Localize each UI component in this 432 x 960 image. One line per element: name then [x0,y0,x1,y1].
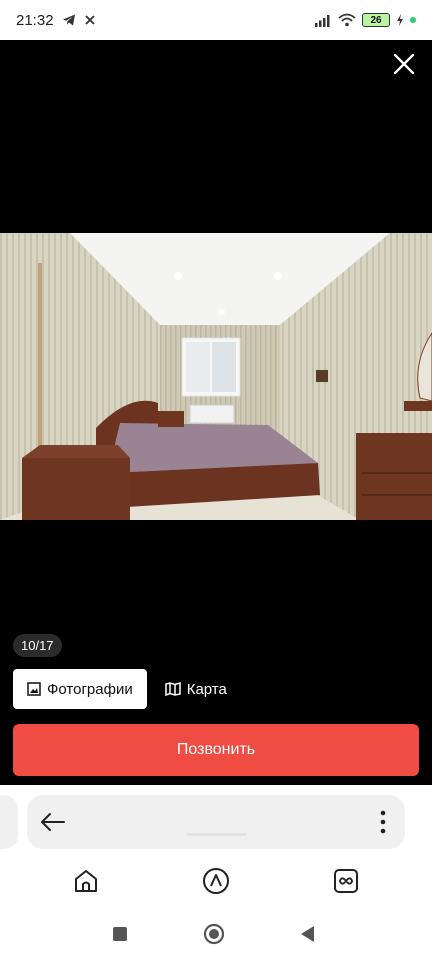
status-time: 21:32 [16,11,54,29]
charging-icon [397,14,403,26]
photo-counter: 10/17 [13,634,62,657]
browser-toolbar [0,865,432,905]
android-navigation-bar [0,920,432,950]
recents-square-icon[interactable] [111,925,129,943]
url-placeholder-line [187,833,247,836]
alice-assistant-icon[interactable] [202,867,230,895]
address-bar[interactable] [27,795,405,849]
close-icon[interactable] [390,50,418,78]
bedroom-photo-illustration [0,233,432,520]
wifi-icon [338,13,356,27]
signal-icon [315,15,330,27]
image-icon [27,682,41,696]
map-icon [164,682,181,696]
tabs-icon[interactable] [332,867,360,895]
status-bar: 21:32 26 [0,0,432,40]
telegram-icon [62,14,75,26]
back-arrow-icon[interactable] [39,809,67,835]
battery-indicator: 26 [362,13,390,27]
home-icon[interactable] [72,867,100,895]
home-circle-icon[interactable] [203,923,225,945]
previous-tab-peek[interactable] [0,795,18,849]
notification-dot [410,17,416,23]
view-tabs: Фотографии Карта [13,669,241,709]
back-triangle-icon[interactable] [298,924,318,944]
tab-photos[interactable]: Фотографии [13,669,147,709]
browser-bottom-bar [0,785,432,960]
listing-photo[interactable] [0,233,432,520]
photo-viewer: 10/17 Фотографии Карта Позвонить [0,40,432,785]
tab-map[interactable]: Карта [151,669,241,709]
call-button[interactable]: Позвонить [13,724,419,776]
tab-map-label: Карта [186,680,227,698]
close-notification-icon [84,15,95,25]
tab-photos-label: Фотографии [47,680,133,698]
more-options-icon[interactable] [377,808,389,836]
